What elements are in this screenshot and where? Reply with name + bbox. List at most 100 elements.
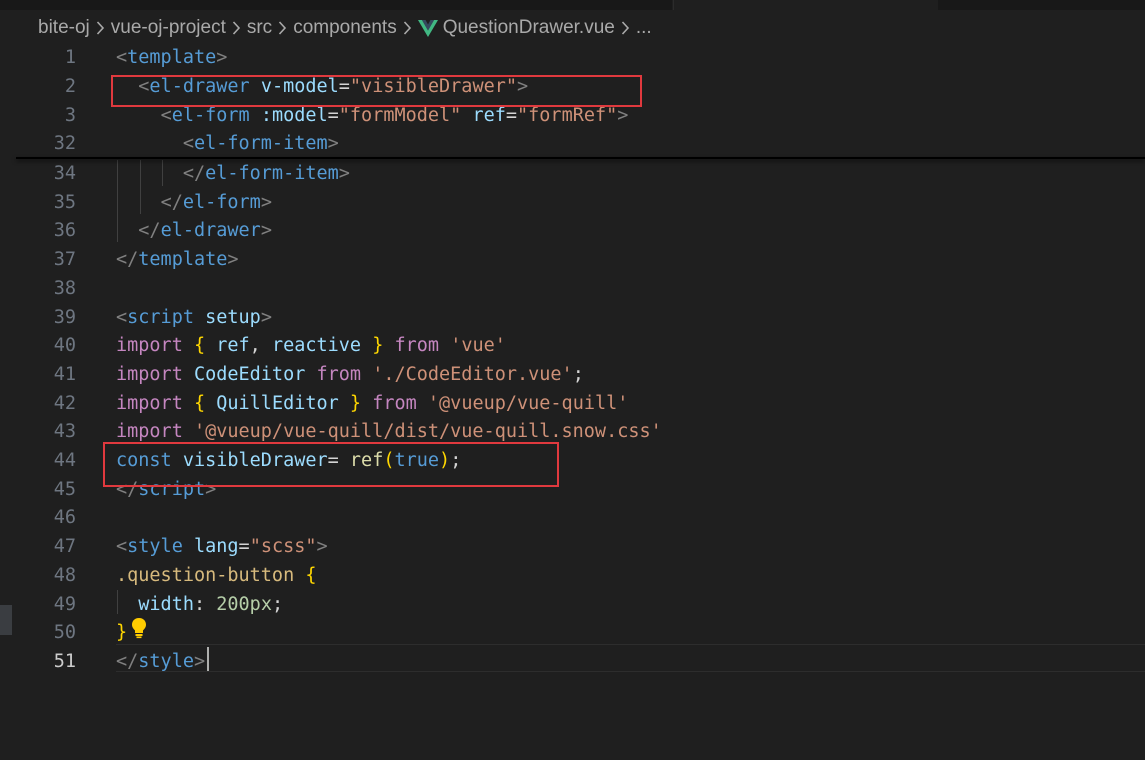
line-number: 1 xyxy=(64,47,76,69)
code-token: .question-button xyxy=(116,564,295,586)
code-token: from xyxy=(316,363,362,385)
code-token: reactive xyxy=(271,335,362,357)
tab-area-left[interactable] xyxy=(0,0,672,10)
line-number: 44 xyxy=(53,450,76,471)
breadcrumb-item-src[interactable]: src xyxy=(247,17,272,39)
code-token: 200px xyxy=(216,593,272,615)
line-number: 3 xyxy=(64,104,76,126)
code-token: > xyxy=(227,249,239,271)
code-line[interactable]: 49 width: 200px; xyxy=(0,591,1145,620)
line-number: 35 xyxy=(53,191,76,213)
code-token: setup xyxy=(205,306,261,328)
tab-area-middle[interactable] xyxy=(673,0,938,10)
code-token: import xyxy=(116,421,183,443)
line-number: 51 xyxy=(53,650,76,672)
code-line[interactable]: 48 .question-button { xyxy=(0,562,1145,591)
code-token: { xyxy=(305,564,317,586)
code-line[interactable]: 47 <style lang="scss"> xyxy=(0,533,1145,562)
vue-icon xyxy=(417,19,438,37)
code-token: < xyxy=(182,133,194,155)
chevron-right-icon xyxy=(621,20,630,36)
code-line[interactable]: 34 </el-form-item> xyxy=(0,160,1145,189)
line-number: 50 xyxy=(53,622,76,644)
code-token: from xyxy=(372,392,417,414)
code-token: "formModel" xyxy=(338,104,462,126)
line-number: 47 xyxy=(53,536,76,558)
code-line[interactable]: 38 xyxy=(0,275,1145,304)
code-token: > xyxy=(316,536,328,558)
breadcrumb-item-file[interactable]: QuestionDrawer.vue xyxy=(443,17,615,39)
code-token: import xyxy=(116,392,183,414)
chevron-right-icon xyxy=(96,20,105,36)
code-line[interactable]: 46 xyxy=(0,504,1145,533)
code-token: : xyxy=(193,593,217,615)
line-number: 34 xyxy=(53,163,76,184)
chevron-right-icon xyxy=(232,20,241,36)
line-number: 41 xyxy=(53,363,76,385)
text-cursor xyxy=(207,647,209,671)
breadcrumb-item-vue-oj-project[interactable]: vue-oj-project xyxy=(111,17,226,39)
code-token: > xyxy=(216,47,228,69)
code-token: ; xyxy=(271,593,284,615)
code-token: "scss" xyxy=(249,536,317,558)
code-line[interactable]: 36 </el-drawer> xyxy=(0,217,1145,246)
line-code: <script setup> xyxy=(116,304,272,333)
code-line[interactable]: 51 </style> xyxy=(0,648,1145,677)
code-token: style xyxy=(138,650,194,672)
code-token: } xyxy=(349,392,362,414)
code-token: template xyxy=(138,249,228,271)
lightbulb-icon[interactable] xyxy=(130,617,148,643)
line-code: <template> xyxy=(116,44,227,73)
editor-tab-strip xyxy=(0,0,1145,10)
code-token: ; xyxy=(572,363,584,385)
code-token: </ xyxy=(160,191,183,213)
code-token: > xyxy=(260,220,272,242)
code-line[interactable]: 42 import { QuillEditor } from '@vueup/vu… xyxy=(0,390,1145,419)
code-token: = xyxy=(238,536,250,558)
code-token: el-drawer xyxy=(160,220,261,242)
line-code: </el-form> xyxy=(116,189,272,218)
code-line[interactable]: 41 import CodeEditor from './CodeEditor.v… xyxy=(0,361,1145,390)
code-token: 'vue' xyxy=(450,335,506,357)
code-token: style xyxy=(127,536,183,558)
tab-area-right[interactable] xyxy=(938,0,1145,10)
code-token: > xyxy=(260,306,272,328)
code-line[interactable]: 32 <el-form-item> xyxy=(0,130,1145,159)
code-line[interactable]: 39 <script setup> xyxy=(0,304,1145,333)
code-token: import xyxy=(116,335,183,357)
breadcrumb-item-components[interactable]: components xyxy=(293,17,397,39)
line-number: 40 xyxy=(53,335,76,357)
code-token: < xyxy=(116,536,128,558)
code-line[interactable]: 50} xyxy=(0,619,1145,648)
code-line[interactable]: 40 import { ref, reactive } from 'vue' xyxy=(0,332,1145,361)
code-token: > xyxy=(338,163,350,184)
line-code: .question-button { xyxy=(116,562,317,591)
code-token: './CodeEditor.vue' xyxy=(372,363,573,385)
code-line[interactable]: 1 <template> xyxy=(0,44,1145,73)
code-token: } xyxy=(116,622,128,644)
code-token: > xyxy=(617,104,629,126)
line-number: 43 xyxy=(53,421,76,443)
breadcrumb-item-more[interactable]: ... xyxy=(636,17,652,39)
code-line[interactable]: 35 </el-form> xyxy=(0,189,1145,218)
breadcrumb-item-bite-oj[interactable]: bite-oj xyxy=(38,17,90,39)
code-token: > xyxy=(193,650,206,672)
code-line[interactable]: 37 </template> xyxy=(0,246,1145,275)
code-token: < xyxy=(116,47,128,69)
line-number: 46 xyxy=(53,507,76,529)
code-token: ref xyxy=(472,104,506,126)
